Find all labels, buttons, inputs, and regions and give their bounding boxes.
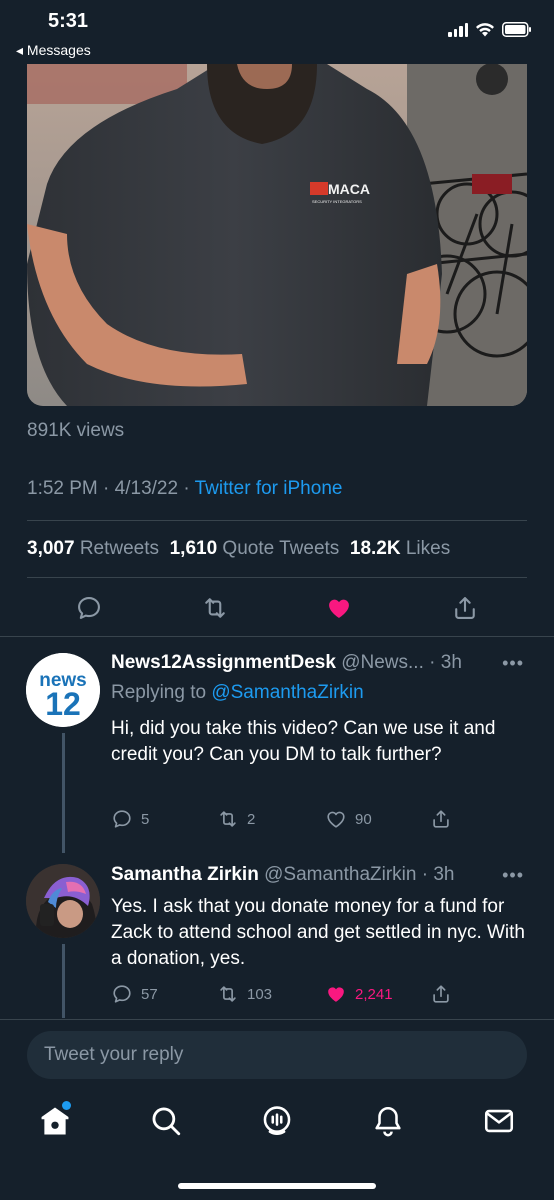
user-handle[interactable]: @News... <box>341 652 424 673</box>
reply-header: News12AssignmentDesk @News... · 3h <box>111 652 462 674</box>
share-icon <box>433 985 449 1003</box>
svg-text:12: 12 <box>45 686 81 722</box>
engagement-stats: 3,007 Retweets 1,610 Quote Tweets 18.2K … <box>27 538 450 560</box>
bottom-tab-bar <box>0 1092 554 1162</box>
home-indicator <box>178 1183 376 1189</box>
reply-icon <box>113 985 131 1003</box>
tweet-reply-input[interactable] <box>27 1031 527 1079</box>
share-button[interactable] <box>430 983 452 1005</box>
retweet-count: 103 <box>247 985 273 1003</box>
retweet-button[interactable]: 2 <box>217 808 255 830</box>
retweet-button[interactable]: 103 <box>217 983 272 1005</box>
status-bar: 5:31 ◂ Messages <box>0 0 554 64</box>
mention-link[interactable]: @SamanthaZirkin <box>211 682 363 703</box>
search-icon[interactable] <box>149 1104 183 1138</box>
like-icon-active <box>328 987 344 1002</box>
retweet-icon <box>220 986 236 1002</box>
reply-header: Samantha Zirkin @SamanthaZirkin · 3h <box>111 864 454 886</box>
likes-stat[interactable]: 18.2K Likes <box>350 538 450 559</box>
tweet-source-link[interactable]: Twitter for iPhone <box>195 478 343 499</box>
tweet-meta: 1:52 PM · 4/13/22 · Twitter for iPhone <box>27 478 342 500</box>
reply-time: · 3h <box>429 652 462 673</box>
divider <box>0 1019 554 1020</box>
more-options-icon[interactable]: ••• <box>502 653 524 674</box>
notifications-icon[interactable] <box>371 1104 405 1138</box>
battery-icon <box>502 22 531 37</box>
quote-tweets-stat[interactable]: 1,610 Quote Tweets <box>170 538 340 559</box>
like-icon <box>327 811 345 828</box>
cellular-signal-icon <box>448 22 468 37</box>
messages-icon[interactable] <box>482 1104 516 1138</box>
like-count: 90 <box>355 810 372 828</box>
wifi-icon <box>476 23 494 37</box>
reply-composer <box>27 1031 527 1079</box>
status-time: 5:31 <box>48 10 89 32</box>
reply-button[interactable]: 5 <box>111 808 149 830</box>
shirt-logo-text: MACA <box>328 181 370 197</box>
replying-to: Replying to @SamanthaZirkin <box>111 682 364 703</box>
like-icon-active[interactable] <box>325 594 353 622</box>
thread-line <box>62 733 65 853</box>
view-count: 891K views <box>27 420 125 441</box>
news12-logo: news 12 <box>26 653 100 727</box>
share-icon <box>433 810 449 828</box>
like-count: 2,241 <box>355 985 393 1003</box>
reply-tweet[interactable]: news 12 News12AssignmentDesk @News... · … <box>0 636 554 853</box>
reply-count: 57 <box>141 985 158 1003</box>
new-items-indicator <box>62 1101 71 1110</box>
display-name[interactable]: News12AssignmentDesk <box>111 652 336 673</box>
reply-time: · 3h <box>421 864 455 885</box>
reply-icon[interactable] <box>75 594 103 622</box>
avatar[interactable]: news 12 <box>26 653 100 727</box>
video-frame: MACA SECURITY INTEGRATORS <box>27 64 527 406</box>
avatar[interactable] <box>26 864 100 938</box>
spaces-icon[interactable] <box>260 1104 294 1138</box>
like-button[interactable]: 2,241 <box>325 983 393 1005</box>
back-to-messages-link[interactable]: ◂ Messages <box>16 42 91 59</box>
tweet-action-bar <box>0 590 554 626</box>
tweet-time: 1:52 PM <box>27 478 98 499</box>
retweet-icon[interactable] <box>201 594 229 622</box>
like-button[interactable]: 90 <box>325 808 372 830</box>
reply-text: Yes. I ask that you donate money for a f… <box>111 896 526 969</box>
reply-text: Hi, did you take this video? Can we use … <box>111 718 496 765</box>
profile-photo <box>26 864 100 938</box>
reply-action-bar: 5 2 90 <box>0 808 554 834</box>
reply-icon <box>113 810 131 828</box>
reply-count: 5 <box>141 810 150 828</box>
divider <box>27 577 527 578</box>
retweet-icon <box>220 811 236 827</box>
shirt-logo-subtext: SECURITY INTEGRATORS <box>312 199 362 204</box>
reply-action-bar: 57 103 2,241 <box>0 983 554 1009</box>
user-handle[interactable]: @SamanthaZirkin <box>264 864 416 885</box>
retweet-count: 2 <box>247 810 256 828</box>
meta-separator: · <box>103 478 110 499</box>
display-name[interactable]: Samantha Zirkin <box>111 864 259 885</box>
meta-separator: · <box>183 478 190 499</box>
reply-tweet[interactable]: Samantha Zirkin @SamanthaZirkin · 3h •••… <box>0 846 554 1018</box>
share-button[interactable] <box>430 808 452 830</box>
more-options-icon[interactable]: ••• <box>502 865 524 886</box>
tweet-video[interactable]: MACA SECURITY INTEGRATORS <box>27 64 527 406</box>
tweet-date: 4/13/22 <box>114 478 179 499</box>
reply-button[interactable]: 57 <box>111 983 158 1005</box>
status-icons <box>448 22 532 37</box>
retweets-stat[interactable]: 3,007 Retweets <box>27 538 159 559</box>
share-icon[interactable] <box>451 594 479 622</box>
divider <box>27 520 527 521</box>
